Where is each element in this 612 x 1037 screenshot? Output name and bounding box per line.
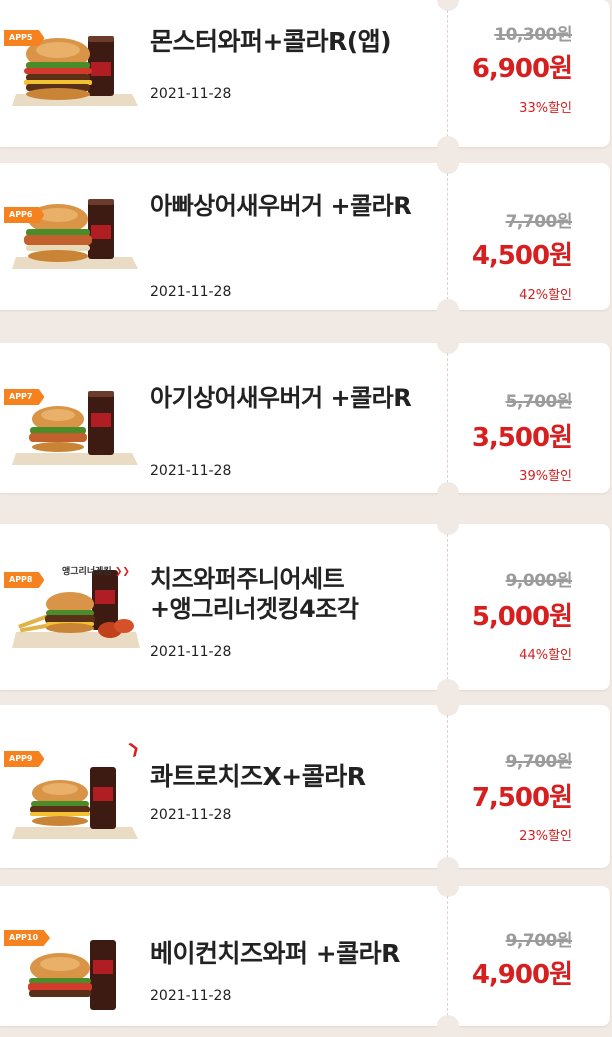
ticket-divider (447, 10, 448, 137)
app-coupon-badge: APP6 (4, 207, 45, 223)
sale-price: 3,500원 (471, 423, 573, 453)
sale-price: 5,000원 (471, 602, 573, 632)
discount-rate: 42%할인 (519, 288, 572, 303)
burger-and-cola-image (12, 199, 138, 269)
app-coupon-badge: APP8 (4, 572, 45, 588)
coupon-title: 아기상어새우버거 +콜라R (150, 384, 412, 412)
discount-rate: 23%할인 (519, 829, 572, 844)
coupon-date: 2021-11-28 (150, 644, 232, 660)
original-price: 5,700원 (505, 392, 573, 412)
burger-and-cola-image (28, 940, 116, 1010)
sale-price: 6,900원 (471, 54, 573, 84)
coupon-title: 몬스터와퍼+콜라R(앱) (150, 27, 392, 56)
ticket-divider (447, 715, 448, 858)
promo-tag-label: 앵그리너겟킹 (62, 567, 112, 577)
product-image (12, 185, 140, 275)
coupon-card[interactable]: APP10 베이컨치즈와퍼 +콜라R 2021-11-28 9,700원 4,9… (0, 875, 610, 1037)
chili-pepper-icon: ❯❯ (114, 567, 130, 577)
coupon-title: 베이컨치즈와퍼 +콜라R (150, 939, 400, 968)
coupon-date: 2021-11-28 (150, 463, 232, 479)
ticket-divider (447, 173, 448, 300)
original-price: 9,700원 (505, 752, 573, 772)
coupon-title: 치즈와퍼주니어세트 +앵그리너겟킹4조각 (150, 565, 359, 623)
coupon-card[interactable]: APP8 앵그리너겟킹 ❯❯ 치즈와퍼주니어세트 +앵그리너겟킹4조각 2021… (0, 513, 610, 701)
coupon-card[interactable]: APP6 아빠상어새우버거 +콜라R 2021-11-28 7,700원 4,5… (0, 152, 610, 321)
burger-and-cola-image (12, 767, 138, 839)
product-image (12, 755, 140, 845)
coupon-title: 콰트로치즈X+콜라R (150, 762, 366, 791)
coupon-date: 2021-11-28 (150, 807, 232, 823)
original-price: 10,300원 (494, 25, 572, 45)
original-price: 9,700원 (505, 931, 573, 951)
coupon-date: 2021-11-28 (150, 86, 232, 102)
coupon-card[interactable]: APP9 ❯ 콰트로치즈X+콜라R 2021-11-28 9,700원 7,50… (0, 694, 610, 879)
discount-rate: 33%할인 (519, 101, 572, 116)
ticket-divider (447, 896, 448, 1016)
ticket-divider (447, 534, 448, 680)
app-coupon-badge: APP7 (4, 389, 45, 405)
discount-rate: 39%할인 (519, 469, 572, 484)
original-price: 9,000원 (505, 571, 573, 591)
app-coupon-badge: APP5 (4, 30, 45, 46)
sale-price: 4,500원 (471, 241, 573, 271)
ticket-divider (447, 353, 448, 483)
promo-tag: 앵그리너겟킹 ❯❯ (62, 564, 130, 577)
coupon-card[interactable]: APP5 몬스터와퍼+콜라R(앱) 2021-11-28 10,300원 6,9… (0, 0, 610, 158)
coupon-date: 2021-11-28 (150, 284, 232, 300)
app-coupon-badge: APP9 (4, 751, 45, 767)
sale-price: 7,500원 (471, 783, 573, 813)
original-price: 7,700원 (505, 212, 573, 232)
coupon-list: APP5 몬스터와퍼+콜라R(앱) 2021-11-28 10,300원 6,9… (0, 0, 612, 1037)
coupon-title: 아빠상어새우버거 +콜라R (150, 192, 412, 220)
coupon-card[interactable]: APP7 아기상어새우버거 +콜라R 2021-11-28 5,700원 3,5… (0, 332, 610, 504)
product-image (12, 934, 140, 1024)
app-coupon-badge: APP10 (4, 930, 51, 946)
coupon-date: 2021-11-28 (150, 988, 232, 1004)
sale-price: 4,900원 (471, 960, 573, 990)
discount-rate: 44%할인 (519, 648, 572, 663)
